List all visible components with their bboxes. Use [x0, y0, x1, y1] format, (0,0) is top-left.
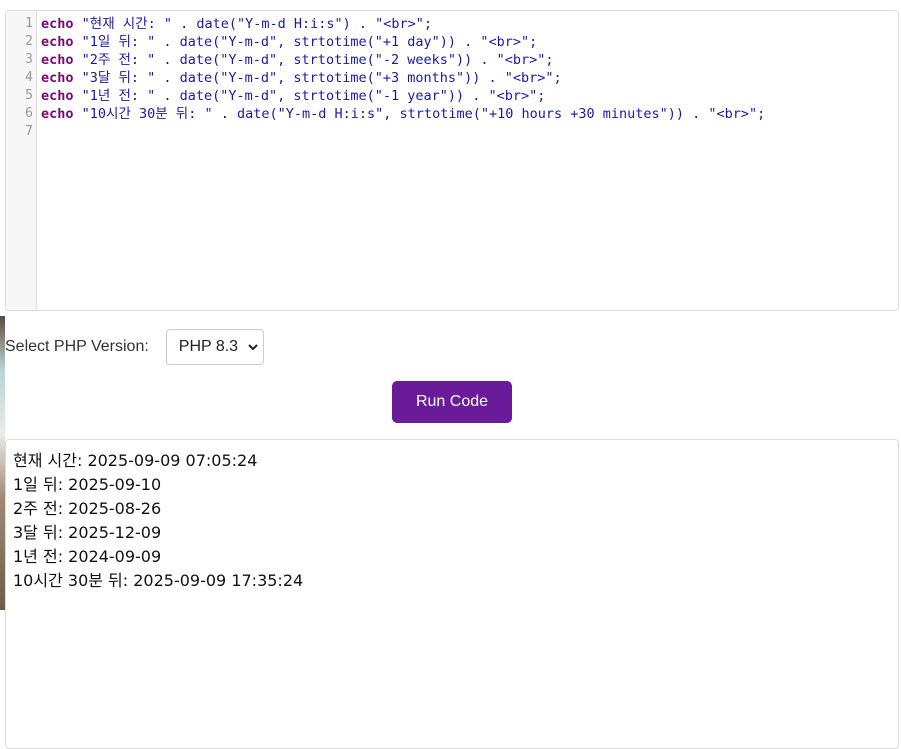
- output-line: 1년 전: 2024-09-09: [13, 547, 162, 566]
- code-line[interactable]: echo "1년 전: " . date("Y-m-d", strtotime(…: [41, 87, 898, 105]
- code-token: .: [155, 34, 180, 50]
- code-line[interactable]: echo "1일 뒤: " . date("Y-m-d", strtotime(…: [41, 33, 898, 51]
- output-line: 2주 전: 2025-08-26: [13, 499, 162, 518]
- code-token: date("Y-m-d", strtotime("-2 weeks")) . "…: [179, 52, 554, 68]
- code-token: "10시간 30분 뒤: ": [73, 106, 213, 122]
- code-token: .: [155, 88, 180, 104]
- php-version-selected: PHP 8.3: [178, 338, 239, 355]
- code-token: echo: [41, 70, 74, 86]
- line-number-gutter: 1 2 3 4 5 6 7: [6, 11, 37, 310]
- code-token: .: [171, 16, 197, 32]
- code-token: "1일 뒤: ": [73, 34, 156, 50]
- code-token: date("Y-m-d", strtotime("+1 day")) . "<b…: [179, 34, 538, 50]
- code-token: "3달 뒤: ": [73, 70, 156, 86]
- code-token: echo: [41, 34, 74, 50]
- code-line[interactable]: echo "3달 뒤: " . date("Y-m-d", strtotime(…: [41, 69, 898, 87]
- code-token: date("Y-m-d H:i:s", strtotime("+10 hours…: [237, 106, 766, 122]
- code-token: echo: [41, 106, 74, 122]
- code-token: "1년 전: ": [73, 88, 156, 104]
- code-token: "현재 시간: ": [73, 16, 172, 32]
- code-token: date("Y-m-d", strtotime("-1 year")) . "<…: [179, 88, 546, 104]
- line-number: 2: [25, 34, 33, 49]
- code-token: date("Y-m-d", strtotime("+3 months")) . …: [179, 70, 562, 86]
- line-number: 7: [25, 124, 33, 139]
- code-token: echo: [41, 52, 74, 68]
- php-version-select[interactable]: PHP 8.3: [165, 329, 264, 365]
- output-line: 3달 뒤: 2025-12-09: [13, 523, 162, 542]
- code-token: .: [212, 106, 237, 122]
- line-number: 5: [25, 88, 33, 103]
- code-line[interactable]: echo "2주 전: " . date("Y-m-d", strtotime(…: [41, 51, 898, 69]
- output-line: 1일 뒤: 2025-09-10: [13, 475, 162, 494]
- php-version-row: Select PHP Version: PHP 8.3: [5, 329, 264, 365]
- line-number: 1: [25, 16, 33, 31]
- line-number: 6: [25, 106, 33, 121]
- code-token: date("Y-m-d H:i:s") . "<br>";: [196, 16, 433, 32]
- code-token: .: [155, 70, 180, 86]
- code-token: "2주 전: ": [73, 52, 156, 68]
- output-line: 10시간 30분 뒤: 2025-09-09 17:35:24: [13, 571, 304, 590]
- code-token: echo: [41, 16, 74, 32]
- code-line[interactable]: echo "현재 시간: " . date("Y-m-d H:i:s") . "…: [41, 15, 898, 33]
- code-text-area[interactable]: echo "현재 시간: " . date("Y-m-d H:i:s") . "…: [41, 15, 898, 141]
- code-token: echo: [41, 88, 74, 104]
- code-line[interactable]: [41, 123, 898, 141]
- code-line[interactable]: echo "10시간 30분 뒤: " . date("Y-m-d H:i:s"…: [41, 105, 898, 123]
- output-panel: 현재 시간: 2025-09-09 07:05:24 1일 뒤: 2025-09-…: [5, 439, 899, 749]
- line-number: 3: [25, 52, 33, 67]
- code-editor[interactable]: 1 2 3 4 5 6 7 echo "현재 시간: " . date("Y-m…: [5, 10, 899, 311]
- php-version-label: Select PHP Version:: [5, 338, 149, 355]
- output-line: 현재 시간: 2025-09-09 07:05:24: [13, 451, 258, 470]
- chevron-down-icon: [248, 340, 258, 354]
- line-number: 4: [25, 70, 33, 85]
- run-code-button[interactable]: Run Code: [392, 381, 512, 423]
- code-token: .: [155, 52, 180, 68]
